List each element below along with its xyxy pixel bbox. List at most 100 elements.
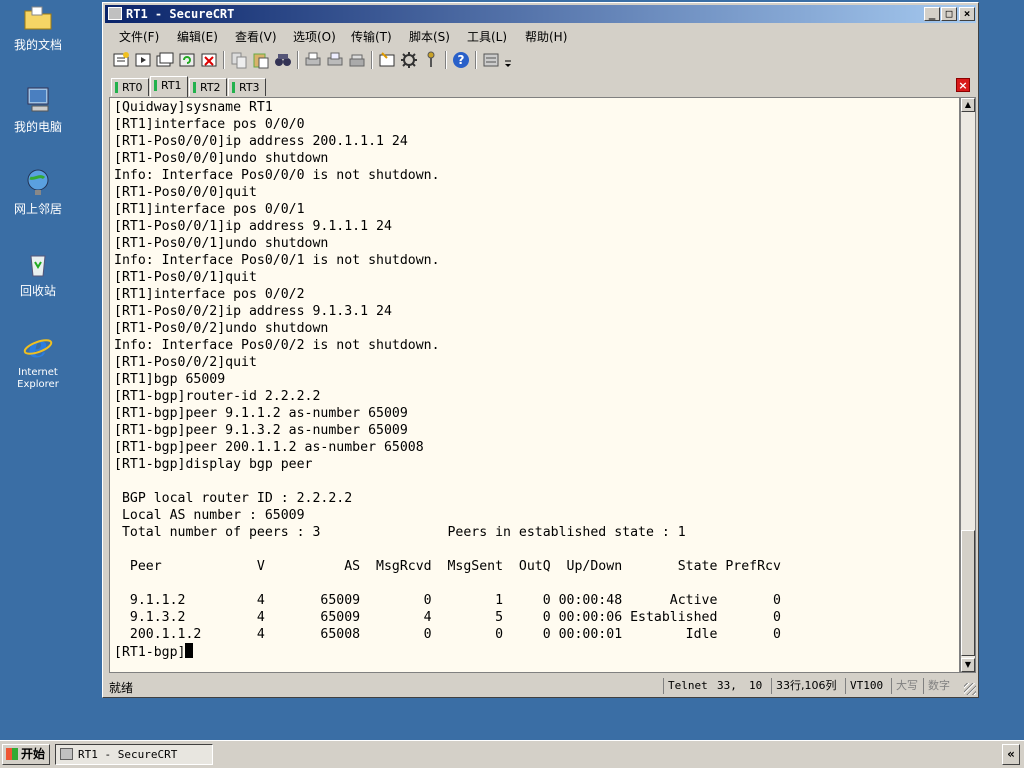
terminal-line: Total number of peers : 3 Peers in estab… xyxy=(121,525,686,540)
terminal-line: [RT1-Pos0/0/0]quit xyxy=(114,185,257,200)
internet-explorer-icon: e xyxy=(23,330,53,365)
terminal-line: [RT1-bgp]peer 9.1.3.2 as-number 65009 xyxy=(114,423,408,438)
menu-tools[interactable]: 工具(L) xyxy=(467,28,507,45)
status-caps: 大写 xyxy=(891,678,923,694)
terminal-line: Info: Interface Pos0/0/2 is not shutdown… xyxy=(114,338,440,353)
minimize-button[interactable]: _ xyxy=(924,7,940,21)
desktop-icon-my-computer[interactable]: 我的电脑 xyxy=(4,84,72,134)
tab-rt2[interactable]: RT2 xyxy=(189,78,227,96)
scrollbar-thumb[interactable] xyxy=(961,530,975,656)
terminal-line: [RT1-bgp]display bgp peer xyxy=(114,457,313,472)
close-button[interactable]: × xyxy=(959,7,975,21)
resize-grip-icon[interactable] xyxy=(964,683,976,695)
network-globe-icon xyxy=(27,169,49,195)
connect-icon[interactable] xyxy=(111,50,131,70)
terminal-prompt: [RT1-bgp] xyxy=(114,645,186,660)
terminal-output[interactable]: [Quidway]sysname RT1 [RT1]interface pos … xyxy=(109,97,960,673)
scroll-up-arrow-icon[interactable]: ▲ xyxy=(961,98,975,112)
desktop-icon-recycle-bin[interactable]: 回收站 xyxy=(4,248,72,298)
maximize-button[interactable]: □ xyxy=(941,7,957,21)
global-options-icon[interactable] xyxy=(399,50,419,70)
quick-connect-icon[interactable] xyxy=(133,50,153,70)
terminal-line: [RT1-Pos0/0/2]ip address 9.1.3.1 24 xyxy=(114,304,392,319)
terminal-line: [RT1-bgp]peer 9.1.1.2 as-number 65009 xyxy=(114,406,408,421)
key-icon[interactable] xyxy=(421,50,441,70)
terminal-line: [RT1]interface pos 0/0/2 xyxy=(114,287,305,302)
printer-setup-icon[interactable] xyxy=(347,50,367,70)
disconnect-icon[interactable] xyxy=(199,50,219,70)
connect-tab-icon[interactable] xyxy=(155,50,175,70)
keymap-icon[interactable] xyxy=(481,50,501,70)
tray-expand-button[interactable]: « xyxy=(1002,744,1020,765)
session-options-icon[interactable] xyxy=(377,50,397,70)
tab-rt1[interactable]: RT1 xyxy=(150,76,188,97)
terminal-line: [RT1-Pos0/0/2]quit xyxy=(114,355,257,370)
desktop-icon-internet-explorer[interactable]: e Internet Explorer xyxy=(4,330,72,391)
tab-status-icon xyxy=(193,82,196,93)
tab-rt3[interactable]: RT3 xyxy=(228,78,266,96)
find-icon[interactable] xyxy=(273,50,293,70)
start-label: 开始 xyxy=(21,747,46,761)
tab-status-icon xyxy=(115,82,118,93)
menu-file[interactable]: 文件(F) xyxy=(119,28,159,45)
paste-icon[interactable] xyxy=(251,50,271,70)
desktop-icon-label: 回收站 xyxy=(19,284,56,298)
menu-help[interactable]: 帮助(H) xyxy=(525,28,567,45)
menu-transfer[interactable]: 传输(T) xyxy=(351,28,392,45)
status-num: 数字 xyxy=(923,678,959,694)
svg-text:?: ? xyxy=(458,53,465,67)
terminal-line: [RT1-Pos0/0/0]undo shutdown xyxy=(114,151,329,166)
terminal-line: [RT1-bgp]router-id 2.2.2.2 xyxy=(114,389,321,404)
desktop-icon-my-documents[interactable]: 我的文档 xyxy=(4,2,72,52)
menu-options[interactable]: 选项(O) xyxy=(293,28,336,45)
tab-label: RT0 xyxy=(122,81,143,94)
terminal-line: 9.1.3.2 4 65009 4 5 0 00:00:06 Establish… xyxy=(129,610,781,625)
toolbar-separator xyxy=(223,51,225,69)
reconnect-icon[interactable] xyxy=(177,50,197,70)
terminal-line: [RT1-Pos0/0/1]quit xyxy=(114,270,257,285)
menu-edit[interactable]: 编辑(E) xyxy=(177,28,218,45)
start-button[interactable]: 开始 xyxy=(2,744,50,765)
status-row: 33, xyxy=(717,679,737,692)
terminal-line: 9.1.1.2 4 65009 0 1 0 00:00:48 Active 0 xyxy=(129,593,781,608)
svg-text:e: e xyxy=(28,330,47,362)
taskbar-item-securecrt[interactable]: RT1 - SecureCRT xyxy=(55,744,213,765)
terminal-line: [Quidway]sysname RT1 xyxy=(114,100,273,115)
toolbar-overflow-icon[interactable] xyxy=(503,50,513,70)
terminal-line: [RT1-Pos0/0/0]ip address 200.1.1.1 24 xyxy=(114,134,408,149)
desktop-icon-network[interactable]: 网上邻居 xyxy=(4,166,72,216)
vertical-scrollbar[interactable]: ▲ ▼ xyxy=(960,97,976,673)
tab-status-icon xyxy=(232,82,235,93)
desktop-icon-label: 我的电脑 xyxy=(13,120,62,134)
terminal-cursor xyxy=(185,643,194,658)
copy-icon[interactable] xyxy=(229,50,249,70)
desktop-icon-label: 网上邻居 xyxy=(13,202,62,216)
help-icon[interactable]: ? xyxy=(451,50,471,70)
close-tab-icon[interactable]: × xyxy=(956,78,970,92)
toolbar-separator xyxy=(371,51,373,69)
terminal-line: [RT1-Pos0/0/1]undo shutdown xyxy=(114,236,329,251)
status-bar: 就绪 Telnet 33, 10 33行,106列 VT100 大写 数字 xyxy=(105,677,976,695)
taskbar: 开始 RT1 - SecureCRT « xyxy=(0,740,1024,768)
tab-label: RT2 xyxy=(200,81,221,94)
terminal-line: Info: Interface Pos0/0/0 is not shutdown… xyxy=(114,168,440,183)
tab-rt0[interactable]: RT0 xyxy=(111,78,149,96)
terminal-line: [RT1-Pos0/0/2]undo shutdown xyxy=(114,321,329,336)
folder-icon xyxy=(24,6,52,30)
menu-script[interactable]: 脚本(S) xyxy=(409,28,450,45)
status-col: 10 xyxy=(749,679,763,692)
print-selection-icon[interactable] xyxy=(325,50,345,70)
toolbar-separator xyxy=(445,51,447,69)
toolbar-separator xyxy=(297,51,299,69)
tab-label: RT3 xyxy=(239,81,260,94)
terminal-line: [RT1]interface pos 0/0/1 xyxy=(114,202,305,217)
menu-view[interactable]: 查看(V) xyxy=(235,28,277,45)
desktop-icon-label: Internet Explorer xyxy=(17,367,59,390)
toolbar: ? xyxy=(107,47,974,73)
tab-label: RT1 xyxy=(161,79,182,92)
taskbar-item-label: RT1 - SecureCRT xyxy=(78,748,178,761)
scroll-down-arrow-icon[interactable]: ▼ xyxy=(961,658,975,672)
title-bar[interactable]: RT1 - SecureCRT _ □ × xyxy=(105,5,976,23)
print-icon[interactable] xyxy=(303,50,323,70)
status-emulation: VT100 xyxy=(845,678,891,694)
